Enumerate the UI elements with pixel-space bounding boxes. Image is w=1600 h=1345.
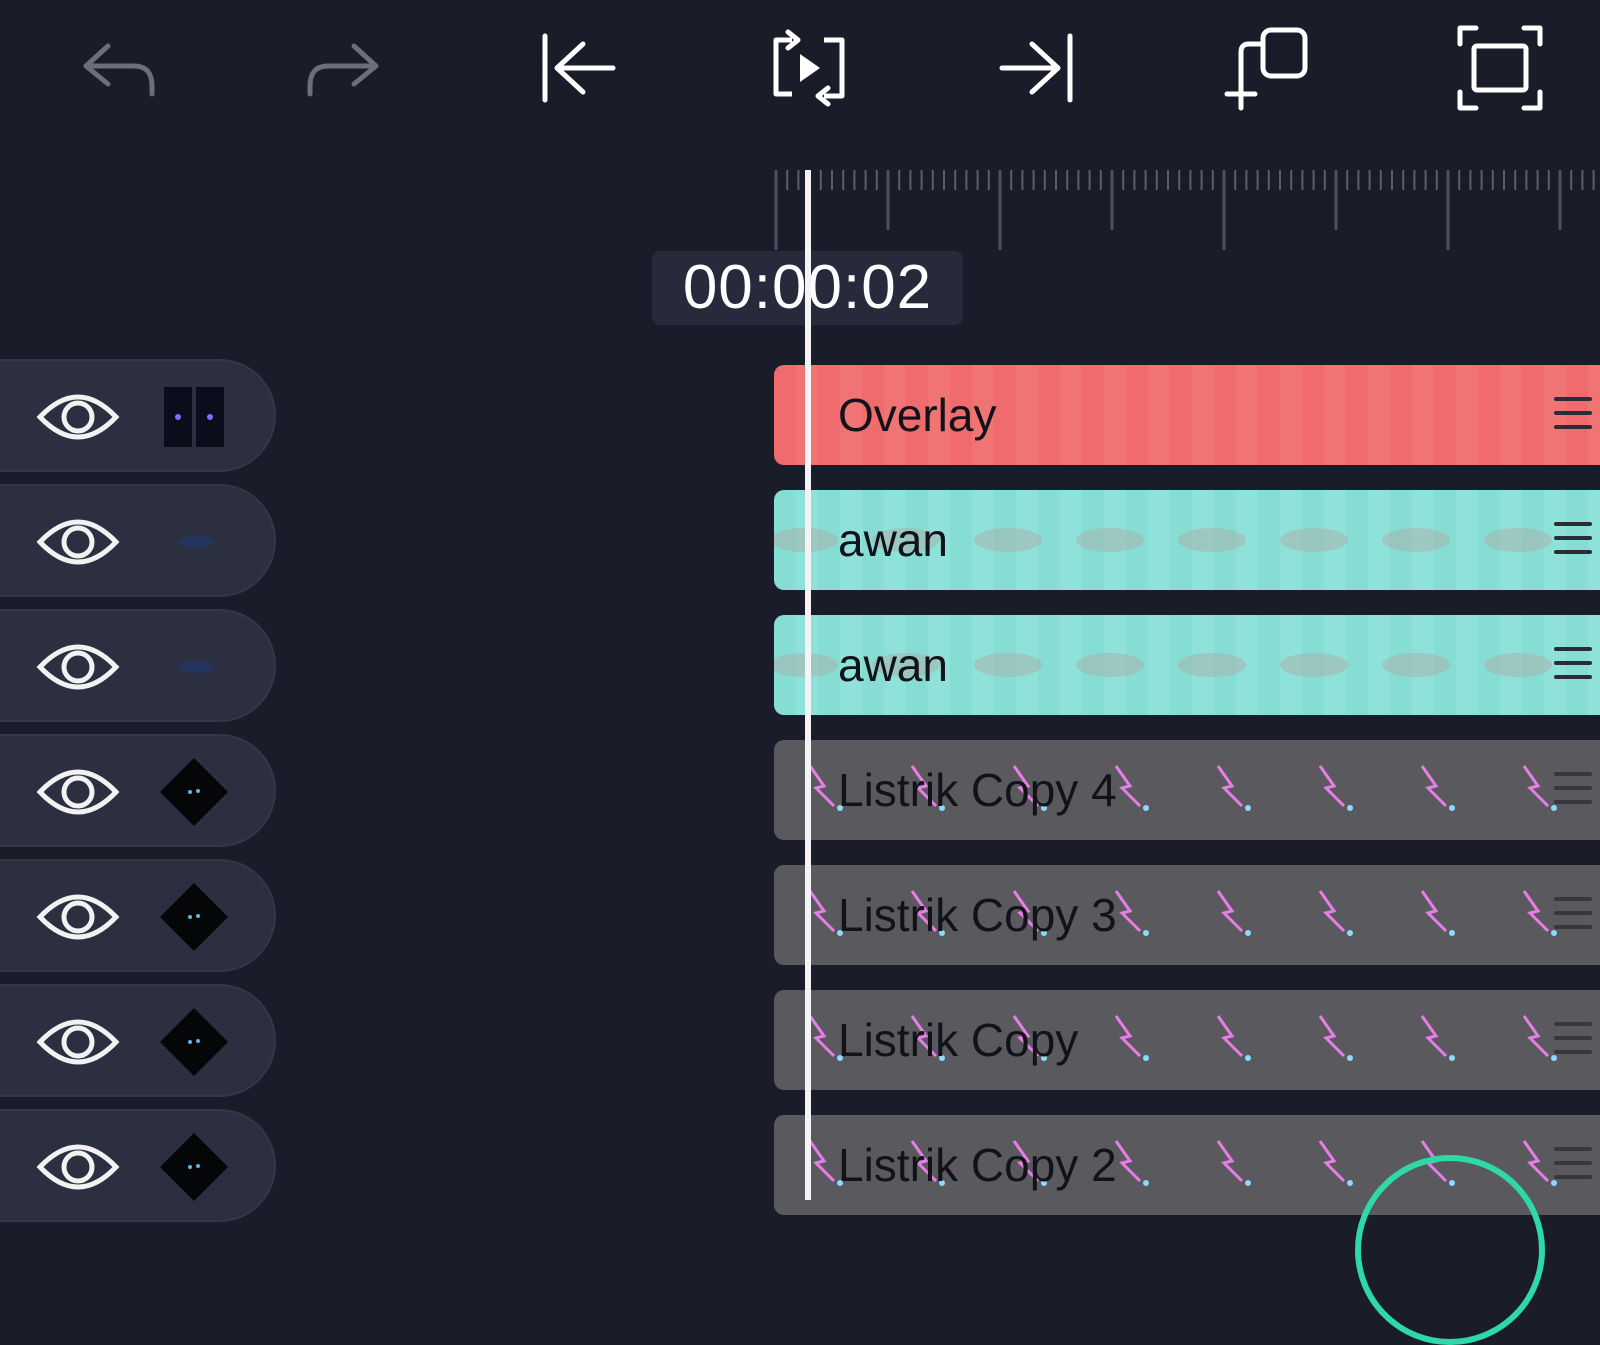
eye-icon — [36, 1019, 120, 1065]
drag-handle-icon[interactable] — [1554, 522, 1592, 558]
track-clip[interactable]: Listrik Copy — [774, 990, 1600, 1090]
layer-control[interactable] — [0, 734, 276, 847]
layer-thumbnail — [160, 883, 228, 951]
track-clip[interactable]: Listrik Copy 3 — [774, 865, 1600, 965]
layer-thumbnail — [178, 536, 214, 548]
drag-handle-icon[interactable] — [1554, 772, 1592, 808]
track-clip[interactable]: awan — [774, 490, 1600, 590]
eye-icon — [36, 769, 120, 815]
track-clip[interactable]: Overlay — [774, 365, 1600, 465]
eye-icon — [36, 894, 120, 940]
drag-handle-icon[interactable] — [1554, 647, 1592, 683]
layer-thumbnail — [164, 387, 224, 447]
record-button[interactable] — [1355, 1155, 1545, 1345]
track-clip[interactable]: Listrik Copy 4 — [774, 740, 1600, 840]
redo-button[interactable] — [286, 18, 406, 118]
undo-button[interactable] — [56, 18, 176, 118]
layer-control[interactable] — [0, 609, 276, 722]
toolbar — [0, 0, 1600, 140]
duplicate-add-button[interactable] — [1209, 18, 1329, 118]
layer-control[interactable] — [0, 1109, 276, 1222]
track-label: Overlay — [838, 389, 997, 441]
eye-icon — [36, 394, 120, 440]
layer-control[interactable] — [0, 359, 276, 472]
jump-to-start-button[interactable] — [517, 18, 637, 118]
timeline-ruler[interactable] — [0, 160, 1600, 250]
layer-control[interactable] — [0, 984, 276, 1097]
track-label: awan — [838, 639, 948, 691]
layer-thumbnail — [160, 1133, 228, 1201]
jump-to-end-icon — [999, 33, 1073, 103]
layer-thumbnail — [160, 1008, 228, 1076]
redo-icon — [307, 43, 379, 97]
playhead[interactable] — [805, 170, 811, 1200]
duplicate-add-icon — [1224, 27, 1308, 111]
loop-play-button[interactable] — [748, 18, 868, 118]
layer-thumbnail — [178, 661, 214, 673]
fullscreen-icon — [1457, 25, 1543, 111]
drag-handle-icon[interactable] — [1554, 397, 1592, 433]
fullscreen-button[interactable] — [1440, 18, 1560, 118]
loop-play-icon — [773, 29, 845, 107]
track-clip[interactable]: awan — [774, 615, 1600, 715]
layer-control[interactable] — [0, 484, 276, 597]
layer-thumbnail — [160, 758, 228, 826]
track-label: Listrik Copy 3 — [838, 889, 1117, 941]
track-label: awan — [838, 514, 948, 566]
track-label: Listrik Copy — [838, 1014, 1079, 1066]
layer-control[interactable] — [0, 859, 276, 972]
track-label: Listrik Copy 4 — [838, 764, 1117, 816]
eye-icon — [36, 519, 120, 565]
drag-handle-icon[interactable] — [1554, 897, 1592, 933]
jump-to-end-button[interactable] — [978, 18, 1098, 118]
eye-icon — [36, 1144, 120, 1190]
track-label: Listrik Copy 2 — [838, 1139, 1117, 1191]
drag-handle-icon[interactable] — [1554, 1147, 1592, 1183]
jump-to-start-icon — [542, 33, 616, 103]
drag-handle-icon[interactable] — [1554, 1022, 1592, 1058]
eye-icon — [36, 644, 120, 690]
undo-icon — [83, 43, 155, 97]
